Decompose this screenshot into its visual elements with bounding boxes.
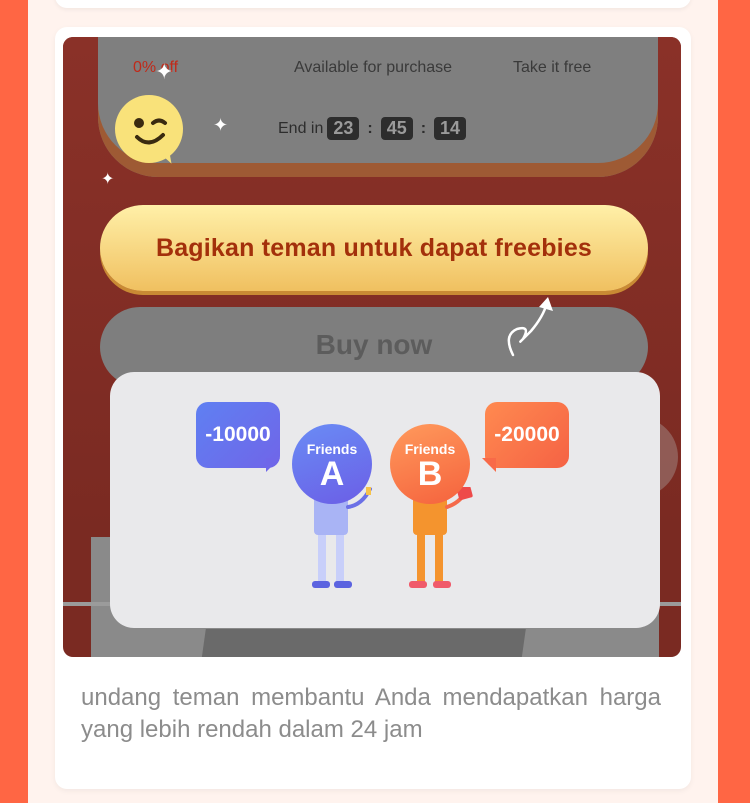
countdown-label: End in bbox=[278, 119, 324, 137]
share-freebies-button[interactable]: Bagikan teman untuk dapat freebies bbox=[100, 205, 648, 291]
countdown-hours: 23 bbox=[327, 117, 360, 140]
app-screenshot: 0% off Available for purchase Take it fr… bbox=[63, 37, 681, 657]
sparkle-icon: ✦ bbox=[101, 171, 115, 188]
free-stat: Take it free bbox=[513, 59, 592, 76]
bubble-tail bbox=[266, 458, 280, 472]
friend-b-letter: B bbox=[417, 455, 443, 493]
friends-discount-modal: -10000 -20000 Friends A Friends B bbox=[110, 372, 660, 628]
right-border-stripe bbox=[718, 0, 750, 803]
bubble-tail bbox=[482, 458, 496, 472]
feature-card: 0% off Available for purchase Take it fr… bbox=[55, 27, 691, 789]
countdown-minutes: 45 bbox=[380, 117, 413, 140]
sparkle-icon: ✦ bbox=[155, 59, 174, 84]
left-border-stripe bbox=[0, 0, 28, 803]
countdown-separator: : bbox=[420, 119, 427, 137]
friend-a-figure bbox=[312, 487, 372, 588]
availability-stat: Available for purchase bbox=[293, 59, 453, 76]
sparkle-icon: ✦ bbox=[213, 115, 229, 135]
friend-a-avatar: Friends A bbox=[292, 424, 372, 504]
friend-b-avatar: Friends B bbox=[390, 424, 470, 504]
winking-smiley-icon bbox=[115, 95, 183, 163]
discount-bubble-b: -20000 bbox=[485, 402, 569, 468]
curved-arrow-icon bbox=[501, 295, 561, 370]
friend-b-figure bbox=[409, 487, 473, 588]
countdown-seconds: 14 bbox=[434, 117, 467, 140]
previous-card-edge bbox=[55, 0, 691, 8]
countdown-separator: : bbox=[367, 119, 373, 137]
feature-caption: undang teman membantu Anda mendapatkan h… bbox=[81, 684, 661, 743]
product-thumbnail bbox=[200, 629, 526, 657]
friend-a-letter: A bbox=[319, 455, 345, 493]
countdown-timer: End in 23 : 45 : 14 bbox=[278, 117, 467, 140]
